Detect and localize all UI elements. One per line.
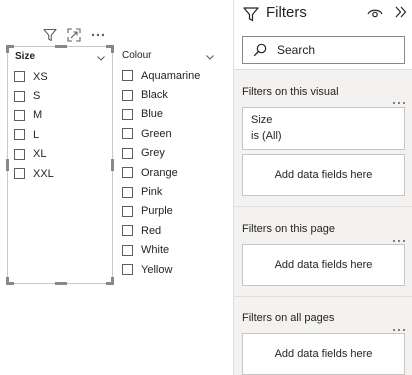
checkbox[interactable] (14, 90, 25, 102)
colour-option[interactable]: Blue (122, 105, 200, 124)
option-label: XS (33, 70, 48, 83)
resize-handle-top-left[interactable] (6, 45, 14, 53)
size-option[interactable]: XXL (14, 164, 54, 183)
checkbox[interactable] (122, 167, 133, 179)
add-data-fields-page[interactable]: Add data fields here (242, 244, 405, 286)
option-label: Grey (141, 147, 165, 160)
colour-slicer-title: Colour (122, 50, 152, 61)
option-label: Red (141, 224, 162, 237)
option-label: XL (33, 148, 47, 161)
size-option[interactable]: XL (14, 145, 54, 164)
add-data-fields-label: Add data fields here (274, 259, 373, 271)
option-label: Pink (141, 186, 163, 199)
resize-handle-right[interactable] (111, 159, 114, 171)
collapse-pane-icon[interactable] (394, 5, 408, 19)
chevron-down-icon[interactable] (96, 50, 106, 61)
option-label: M (33, 109, 43, 122)
checkbox[interactable] (122, 128, 133, 140)
colour-option[interactable]: White (122, 241, 200, 260)
filters-pane: Filters Filters on this visual Size is (… (233, 0, 412, 375)
add-data-fields-label: Add data fields here (274, 169, 373, 181)
checkbox[interactable] (122, 70, 133, 82)
chevron-down-icon[interactable] (205, 49, 215, 60)
checkbox[interactable] (14, 109, 25, 121)
option-label: Orange (141, 166, 178, 179)
search-box[interactable] (242, 36, 405, 64)
checkbox[interactable] (122, 244, 133, 256)
section-label-all-pages: Filters on all pages (242, 312, 335, 324)
filter-field-name: Size (251, 114, 273, 126)
section-divider (234, 296, 412, 297)
eye-icon[interactable] (367, 6, 383, 18)
option-label: S (33, 90, 41, 103)
colour-option[interactable]: Grey (122, 144, 200, 163)
add-data-fields-label: Add data fields here (274, 348, 373, 360)
section-label-page: Filters on this page (242, 223, 335, 235)
option-label: Yellow (141, 263, 173, 276)
checkbox[interactable] (122, 89, 133, 101)
checkbox[interactable] (122, 147, 133, 159)
checkbox[interactable] (14, 148, 25, 160)
resize-handle-top-right[interactable] (106, 45, 114, 53)
more-options-icon[interactable] (392, 230, 406, 242)
option-label: White (141, 244, 170, 257)
colour-option[interactable]: Purple (122, 202, 200, 221)
size-option[interactable]: XS (14, 67, 54, 86)
size-option-list: XS S M L XL XXL (14, 67, 54, 183)
section-divider (234, 206, 412, 207)
more-options-icon[interactable] (392, 92, 406, 104)
resize-handle-top[interactable] (55, 45, 67, 48)
option-label: L (33, 128, 40, 141)
resize-handle-left[interactable] (6, 159, 9, 171)
resize-handle-bottom-right[interactable] (106, 277, 114, 285)
more-options-icon[interactable] (392, 319, 406, 331)
checkbox[interactable] (122, 108, 133, 120)
checkbox[interactable] (122, 186, 133, 198)
option-label: Green (141, 127, 172, 140)
option-label: Purple (141, 205, 173, 218)
checkbox[interactable] (14, 168, 25, 180)
checkbox[interactable] (14, 129, 25, 141)
more-options-icon[interactable] (90, 27, 106, 43)
section-label-visual: Filters on this visual (242, 86, 339, 98)
add-data-fields-all-pages[interactable]: Add data fields here (242, 333, 405, 375)
filter-card-size[interactable]: Size is (All) (242, 107, 405, 150)
checkbox[interactable] (122, 205, 133, 217)
colour-option[interactable]: Orange (122, 163, 200, 182)
colour-option[interactable]: Red (122, 221, 200, 240)
option-label: Aquamarine (141, 69, 201, 82)
colour-option[interactable]: Aquamarine (122, 66, 200, 85)
checkbox[interactable] (122, 225, 133, 237)
colour-option-list: Aquamarine Black Blue Green Grey Orange … (122, 66, 200, 279)
size-option[interactable]: M (14, 106, 54, 125)
checkbox[interactable] (14, 71, 25, 83)
resize-handle-bottom[interactable] (55, 282, 67, 285)
option-label: Black (141, 89, 168, 102)
colour-slicer[interactable]: Colour Aquamarine Black Blue Green Grey … (117, 46, 217, 278)
filters-pane-header: Filters (234, 0, 412, 70)
search-input[interactable] (277, 43, 397, 57)
filter-icon (243, 6, 259, 22)
add-data-fields-visual[interactable]: Add data fields here (242, 154, 405, 196)
size-slicer[interactable]: Size XS S M L XL XXL (6, 45, 114, 285)
colour-option[interactable]: Green (122, 124, 200, 143)
search-icon (253, 43, 267, 57)
report-canvas: Size XS S M L XL XXL Colour Aquamarine B… (0, 0, 233, 375)
filters-pane-title: Filters (266, 4, 307, 21)
colour-option[interactable]: Yellow (122, 260, 200, 279)
filter-icon[interactable] (42, 27, 58, 43)
checkbox[interactable] (122, 264, 133, 276)
size-slicer-title: Size (15, 51, 36, 62)
resize-handle-bottom-left[interactable] (6, 277, 14, 285)
colour-option[interactable]: Black (122, 85, 200, 104)
size-option[interactable]: S (14, 86, 54, 105)
colour-option[interactable]: Pink (122, 182, 200, 201)
visual-header (42, 27, 106, 43)
size-option[interactable]: L (14, 125, 54, 144)
option-label: Blue (141, 108, 164, 121)
filter-field-value: is (All) (251, 130, 282, 142)
option-label: XXL (33, 167, 54, 180)
focus-mode-icon[interactable] (66, 27, 82, 43)
